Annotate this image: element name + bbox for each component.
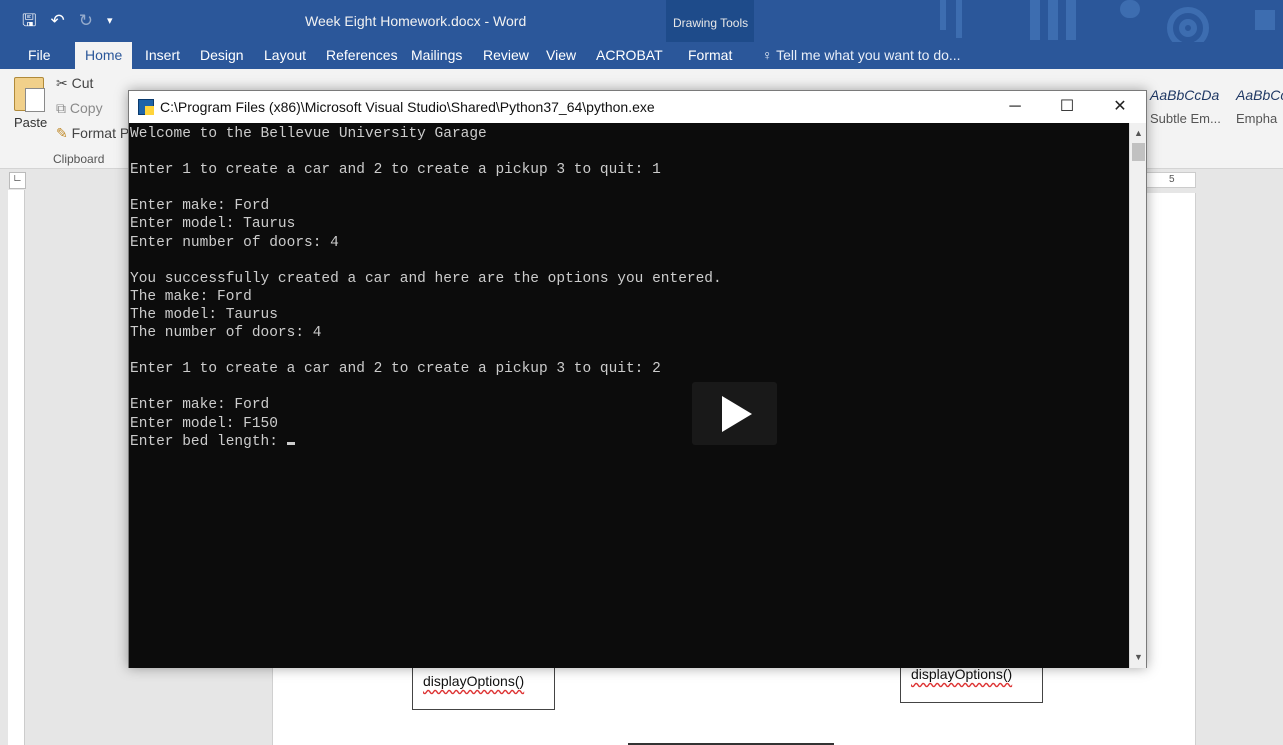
- minimize-button[interactable]: ─: [992, 91, 1038, 123]
- style-emphasis[interactable]: AaBbCc Empha: [1236, 87, 1283, 126]
- scroll-up-arrow-icon[interactable]: ▲: [1130, 125, 1147, 142]
- maximize-button[interactable]: ☐: [1044, 91, 1090, 123]
- tab-home[interactable]: Home: [75, 42, 133, 69]
- python-icon: [138, 99, 154, 115]
- tab-review[interactable]: Review: [483, 47, 529, 63]
- console-title: C:\Program Files (x86)\Microsoft Visual …: [160, 99, 655, 115]
- tab-format[interactable]: Format: [688, 47, 732, 63]
- scroll-down-arrow-icon[interactable]: ▼: [1130, 649, 1147, 666]
- scissors-icon: ✂: [56, 75, 68, 91]
- paste-button[interactable]: Paste: [14, 77, 48, 130]
- save-icon[interactable]: 🖫: [22, 8, 36, 34]
- horizontal-ruler[interactable]: 5: [1146, 172, 1196, 188]
- tab-acrobat[interactable]: ACROBAT: [596, 47, 663, 63]
- tab-file[interactable]: File: [28, 47, 51, 63]
- video-play-button[interactable]: [692, 382, 777, 445]
- style-subtle-emphasis[interactable]: AaBbCcDa Subtle Em...: [1150, 87, 1226, 126]
- tab-view[interactable]: View: [546, 47, 576, 63]
- document-title: Week Eight Homework.docx - Word: [305, 13, 527, 29]
- tab-stop-selector[interactable]: ∟: [9, 172, 26, 189]
- undo-icon[interactable]: ↶: [50, 8, 64, 34]
- console-title-bar[interactable]: C:\Program Files (x86)\Microsoft Visual …: [129, 91, 1146, 123]
- lightbulb-icon: ♀: [762, 47, 773, 63]
- vertical-ruler[interactable]: [8, 190, 25, 745]
- tab-insert[interactable]: Insert: [145, 47, 180, 63]
- tell-me-search[interactable]: ♀ Tell me what you want to do...: [762, 47, 961, 63]
- tab-references[interactable]: References: [326, 47, 398, 63]
- tab-design[interactable]: Design: [200, 47, 244, 63]
- clipboard-group-label: Clipboard: [53, 152, 105, 166]
- styles-gallery: AaBbCcDa Subtle Em... AaBbCc Empha: [1150, 87, 1283, 126]
- python-console-window: C:\Program Files (x86)\Microsoft Visual …: [128, 90, 1147, 668]
- drawing-tools-group: Drawing Tools: [666, 0, 754, 42]
- scroll-thumb[interactable]: [1132, 143, 1145, 161]
- customize-toolbar-icon[interactable]: ▾: [107, 8, 113, 34]
- copy-button[interactable]: ⧉ Copy: [56, 100, 103, 117]
- word-title-bar: 🖫 ↶ ↻ ▾ Week Eight Homework.docx - Word …: [0, 0, 1283, 42]
- title-bar-decoration: [940, 0, 1275, 42]
- tab-layout[interactable]: Layout: [264, 47, 306, 63]
- console-output[interactable]: Welcome to the Bellevue University Garag…: [129, 123, 1129, 668]
- paintbrush-icon: ✎: [56, 125, 68, 141]
- copy-icon: ⧉: [56, 100, 66, 116]
- ribbon-tabs: File Home Insert Design Layout Reference…: [0, 42, 1283, 69]
- format-painter-button[interactable]: ✎ Format P: [56, 125, 129, 142]
- text-cursor: [286, 441, 295, 445]
- quick-access-toolbar: 🖫 ↶ ↻ ▾: [22, 8, 113, 34]
- console-text: Welcome to the Bellevue University Garag…: [130, 126, 722, 450]
- paste-icon: [14, 77, 45, 112]
- redo-icon[interactable]: ↻: [79, 8, 93, 34]
- cut-button[interactable]: ✂ Cut: [56, 75, 93, 92]
- tab-mailings[interactable]: Mailings: [411, 47, 462, 63]
- console-scrollbar[interactable]: ▲ ▼: [1129, 123, 1146, 668]
- close-button[interactable]: ✕: [1097, 91, 1143, 123]
